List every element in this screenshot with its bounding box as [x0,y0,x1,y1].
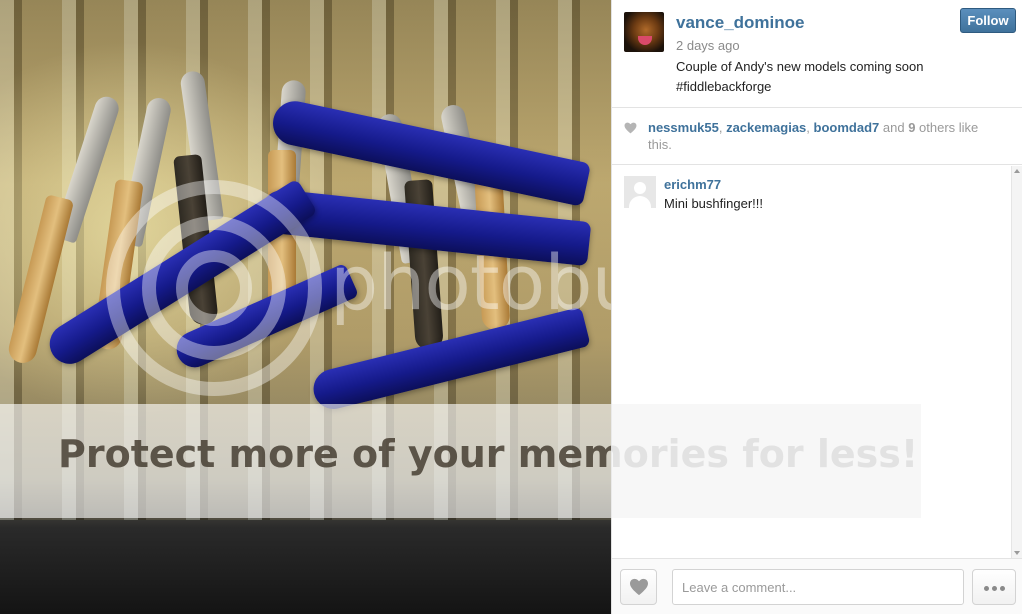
heart-icon [630,578,648,596]
user-avatar[interactable] [624,12,664,52]
promo-banner-overflow: Protect more of your memories for less! [611,404,921,518]
scroll-up-arrow-icon[interactable] [1014,169,1020,173]
likes-separator: , [718,120,727,135]
post-caption: Couple of Andy's new models coming soon … [676,57,966,97]
post-timestamp: 2 days ago [676,38,740,53]
follow-button[interactable]: Follow [960,8,1016,33]
post-photo[interactable]: photobucket Protect more of your memorie… [0,0,611,614]
post-details-panel: vance_dominoe 2 days ago Couple of Andy'… [611,0,1022,614]
caption-text: Couple of Andy's new models coming soon [676,59,924,74]
likes-text: nessmuk55, zackemagias, boomdad7 and 9 o… [648,119,998,153]
caption-hashtag[interactable]: #fiddlebackforge [676,77,966,97]
liker-link[interactable]: nessmuk55 [648,120,719,135]
post-username[interactable]: vance_dominoe [676,13,805,33]
scroll-down-arrow-icon[interactable] [1014,551,1020,555]
more-options-button[interactable] [972,569,1016,605]
likes-and: and [879,120,909,135]
post-header: vance_dominoe 2 days ago Couple of Andy'… [612,0,1022,108]
likes-separator: , [806,120,814,135]
likes-summary: nessmuk55, zackemagias, boomdad7 and 9 o… [612,109,1022,165]
ellipsis-icon [992,586,997,591]
comment-footer [612,558,1022,614]
ellipsis-icon [984,586,989,591]
comments-scrollbar[interactable] [1011,166,1022,558]
likes-others-text: others like [915,120,979,135]
likes-tail: this. [648,137,672,152]
comment-avatar[interactable] [624,176,656,208]
heart-icon [624,122,637,134]
liker-link[interactable]: boomdad7 [814,120,880,135]
like-button[interactable] [620,569,657,605]
comment-username[interactable]: erichm77 [664,177,721,192]
ellipsis-icon [1000,586,1005,591]
promo-banner-text-overflow: Protect more of your memories for less! [611,432,919,476]
watermark-text: photobucket [330,238,611,327]
watermark-logo-ring [176,250,252,326]
liker-link[interactable]: zackemagias [726,120,806,135]
comment-text: Mini bushfinger!!! [664,196,763,211]
promo-banner-text: Protect more of your memories for less! [58,432,611,476]
comment-item: erichm77 Mini bushfinger!!! [624,176,1004,216]
comment-input[interactable] [672,569,964,605]
